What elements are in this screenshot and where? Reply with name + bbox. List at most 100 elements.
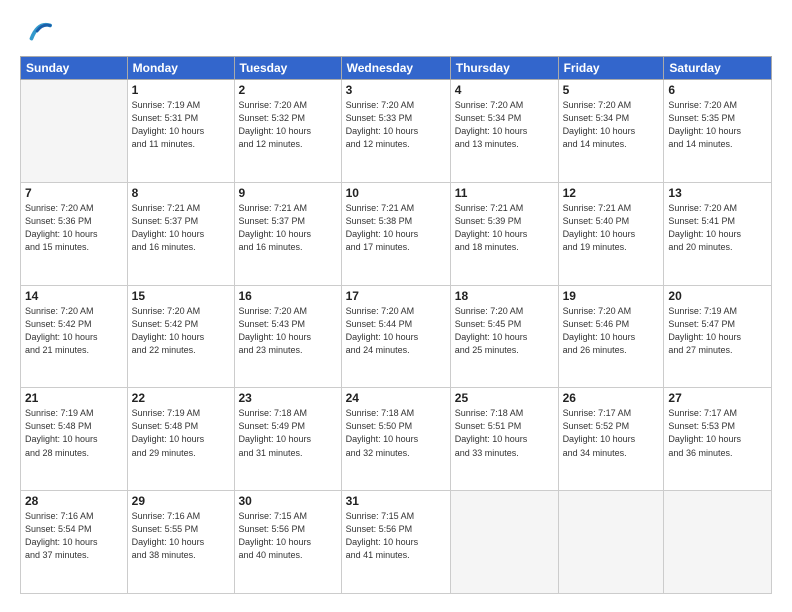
week-row-1: 1Sunrise: 7:19 AMSunset: 5:31 PMDaylight… bbox=[21, 80, 772, 183]
day-info: Sunrise: 7:20 AMSunset: 5:45 PMDaylight:… bbox=[455, 305, 554, 357]
day-cell: 13 Sunrise: 7:20 AMSunset: 5:41 PMDayligh… bbox=[664, 182, 772, 285]
weekday-thursday: Thursday bbox=[450, 57, 558, 80]
logo bbox=[20, 18, 52, 46]
day-number: 26 bbox=[563, 391, 660, 405]
day-info: Sunrise: 7:19 AMSunset: 5:48 PMDaylight:… bbox=[132, 407, 230, 459]
day-cell: 3 Sunrise: 7:20 AMSunset: 5:33 PMDaylight… bbox=[341, 80, 450, 183]
day-number: 5 bbox=[563, 83, 660, 97]
day-cell bbox=[664, 491, 772, 594]
day-cell: 16 Sunrise: 7:20 AMSunset: 5:43 PMDayligh… bbox=[234, 285, 341, 388]
day-cell: 28 Sunrise: 7:16 AMSunset: 5:54 PMDayligh… bbox=[21, 491, 128, 594]
day-info: Sunrise: 7:20 AMSunset: 5:36 PMDaylight:… bbox=[25, 202, 123, 254]
weekday-wednesday: Wednesday bbox=[341, 57, 450, 80]
day-info: Sunrise: 7:21 AMSunset: 5:40 PMDaylight:… bbox=[563, 202, 660, 254]
header bbox=[20, 18, 772, 46]
day-cell: 5 Sunrise: 7:20 AMSunset: 5:34 PMDaylight… bbox=[558, 80, 664, 183]
day-info: Sunrise: 7:19 AMSunset: 5:31 PMDaylight:… bbox=[132, 99, 230, 151]
day-info: Sunrise: 7:19 AMSunset: 5:48 PMDaylight:… bbox=[25, 407, 123, 459]
day-number: 6 bbox=[668, 83, 767, 97]
day-number: 9 bbox=[239, 186, 337, 200]
day-number: 15 bbox=[132, 289, 230, 303]
day-number: 31 bbox=[346, 494, 446, 508]
week-row-4: 21Sunrise: 7:19 AMSunset: 5:48 PMDayligh… bbox=[21, 388, 772, 491]
day-cell: 12 Sunrise: 7:21 AMSunset: 5:40 PMDayligh… bbox=[558, 182, 664, 285]
day-cell: 20 Sunrise: 7:19 AMSunset: 5:47 PMDayligh… bbox=[664, 285, 772, 388]
day-info: Sunrise: 7:20 AMSunset: 5:33 PMDaylight:… bbox=[346, 99, 446, 151]
day-info: Sunrise: 7:16 AMSunset: 5:55 PMDaylight:… bbox=[132, 510, 230, 562]
day-number: 11 bbox=[455, 186, 554, 200]
day-number: 28 bbox=[25, 494, 123, 508]
calendar: SundayMondayTuesdayWednesdayThursdayFrid… bbox=[20, 56, 772, 594]
day-info: Sunrise: 7:20 AMSunset: 5:32 PMDaylight:… bbox=[239, 99, 337, 151]
day-info: Sunrise: 7:15 AMSunset: 5:56 PMDaylight:… bbox=[239, 510, 337, 562]
day-cell: 11 Sunrise: 7:21 AMSunset: 5:39 PMDayligh… bbox=[450, 182, 558, 285]
day-info: Sunrise: 7:21 AMSunset: 5:39 PMDaylight:… bbox=[455, 202, 554, 254]
weekday-sunday: Sunday bbox=[21, 57, 128, 80]
week-row-2: 7Sunrise: 7:20 AMSunset: 5:36 PMDaylight… bbox=[21, 182, 772, 285]
day-info: Sunrise: 7:20 AMSunset: 5:34 PMDaylight:… bbox=[455, 99, 554, 151]
day-cell: 29 Sunrise: 7:16 AMSunset: 5:55 PMDayligh… bbox=[127, 491, 234, 594]
weekday-header: SundayMondayTuesdayWednesdayThursdayFrid… bbox=[21, 57, 772, 80]
day-info: Sunrise: 7:20 AMSunset: 5:35 PMDaylight:… bbox=[668, 99, 767, 151]
day-number: 17 bbox=[346, 289, 446, 303]
day-cell: 9Sunrise: 7:21 AMSunset: 5:37 PMDaylight… bbox=[234, 182, 341, 285]
week-row-3: 14Sunrise: 7:20 AMSunset: 5:42 PMDayligh… bbox=[21, 285, 772, 388]
logo-icon bbox=[24, 18, 52, 46]
day-info: Sunrise: 7:20 AMSunset: 5:34 PMDaylight:… bbox=[563, 99, 660, 151]
day-number: 16 bbox=[239, 289, 337, 303]
day-info: Sunrise: 7:18 AMSunset: 5:49 PMDaylight:… bbox=[239, 407, 337, 459]
day-info: Sunrise: 7:18 AMSunset: 5:51 PMDaylight:… bbox=[455, 407, 554, 459]
day-number: 13 bbox=[668, 186, 767, 200]
day-info: Sunrise: 7:20 AMSunset: 5:43 PMDaylight:… bbox=[239, 305, 337, 357]
day-cell: 8 Sunrise: 7:21 AMSunset: 5:37 PMDaylight… bbox=[127, 182, 234, 285]
day-info: Sunrise: 7:20 AMSunset: 5:46 PMDaylight:… bbox=[563, 305, 660, 357]
day-cell bbox=[450, 491, 558, 594]
day-info: Sunrise: 7:15 AMSunset: 5:56 PMDaylight:… bbox=[346, 510, 446, 562]
day-number: 3 bbox=[346, 83, 446, 97]
day-cell: 30 Sunrise: 7:15 AMSunset: 5:56 PMDayligh… bbox=[234, 491, 341, 594]
day-number: 22 bbox=[132, 391, 230, 405]
day-number: 19 bbox=[563, 289, 660, 303]
day-number: 14 bbox=[25, 289, 123, 303]
day-cell: 15Sunrise: 7:20 AMSunset: 5:42 PMDayligh… bbox=[127, 285, 234, 388]
day-number: 12 bbox=[563, 186, 660, 200]
day-cell: 2 Sunrise: 7:20 AMSunset: 5:32 PMDaylight… bbox=[234, 80, 341, 183]
day-cell: 24Sunrise: 7:18 AMSunset: 5:50 PMDayligh… bbox=[341, 388, 450, 491]
day-info: Sunrise: 7:17 AMSunset: 5:53 PMDaylight:… bbox=[668, 407, 767, 459]
weekday-tuesday: Tuesday bbox=[234, 57, 341, 80]
calendar-body: 1Sunrise: 7:19 AMSunset: 5:31 PMDaylight… bbox=[21, 80, 772, 594]
day-cell bbox=[21, 80, 128, 183]
day-number: 2 bbox=[239, 83, 337, 97]
day-info: Sunrise: 7:20 AMSunset: 5:41 PMDaylight:… bbox=[668, 202, 767, 254]
weekday-saturday: Saturday bbox=[664, 57, 772, 80]
page: SundayMondayTuesdayWednesdayThursdayFrid… bbox=[0, 0, 792, 612]
day-number: 20 bbox=[668, 289, 767, 303]
day-cell: 31 Sunrise: 7:15 AMSunset: 5:56 PMDayligh… bbox=[341, 491, 450, 594]
day-number: 29 bbox=[132, 494, 230, 508]
day-number: 24 bbox=[346, 391, 446, 405]
day-number: 4 bbox=[455, 83, 554, 97]
day-number: 25 bbox=[455, 391, 554, 405]
day-cell: 4 Sunrise: 7:20 AMSunset: 5:34 PMDaylight… bbox=[450, 80, 558, 183]
day-info: Sunrise: 7:17 AMSunset: 5:52 PMDaylight:… bbox=[563, 407, 660, 459]
week-row-5: 28 Sunrise: 7:16 AMSunset: 5:54 PMDayligh… bbox=[21, 491, 772, 594]
day-cell bbox=[558, 491, 664, 594]
day-info: Sunrise: 7:21 AMSunset: 5:38 PMDaylight:… bbox=[346, 202, 446, 254]
day-number: 30 bbox=[239, 494, 337, 508]
day-number: 27 bbox=[668, 391, 767, 405]
day-cell: 26 Sunrise: 7:17 AMSunset: 5:52 PMDayligh… bbox=[558, 388, 664, 491]
day-info: Sunrise: 7:16 AMSunset: 5:54 PMDaylight:… bbox=[25, 510, 123, 562]
day-cell: 17 Sunrise: 7:20 AMSunset: 5:44 PMDayligh… bbox=[341, 285, 450, 388]
day-info: Sunrise: 7:21 AMSunset: 5:37 PMDaylight:… bbox=[132, 202, 230, 254]
day-cell: 14Sunrise: 7:20 AMSunset: 5:42 PMDayligh… bbox=[21, 285, 128, 388]
day-info: Sunrise: 7:20 AMSunset: 5:44 PMDaylight:… bbox=[346, 305, 446, 357]
day-number: 10 bbox=[346, 186, 446, 200]
day-cell: 1Sunrise: 7:19 AMSunset: 5:31 PMDaylight… bbox=[127, 80, 234, 183]
weekday-friday: Friday bbox=[558, 57, 664, 80]
day-cell: 19 Sunrise: 7:20 AMSunset: 5:46 PMDayligh… bbox=[558, 285, 664, 388]
day-cell: 23Sunrise: 7:18 AMSunset: 5:49 PMDayligh… bbox=[234, 388, 341, 491]
day-number: 8 bbox=[132, 186, 230, 200]
day-info: Sunrise: 7:19 AMSunset: 5:47 PMDaylight:… bbox=[668, 305, 767, 357]
weekday-monday: Monday bbox=[127, 57, 234, 80]
day-cell: 10 Sunrise: 7:21 AMSunset: 5:38 PMDayligh… bbox=[341, 182, 450, 285]
